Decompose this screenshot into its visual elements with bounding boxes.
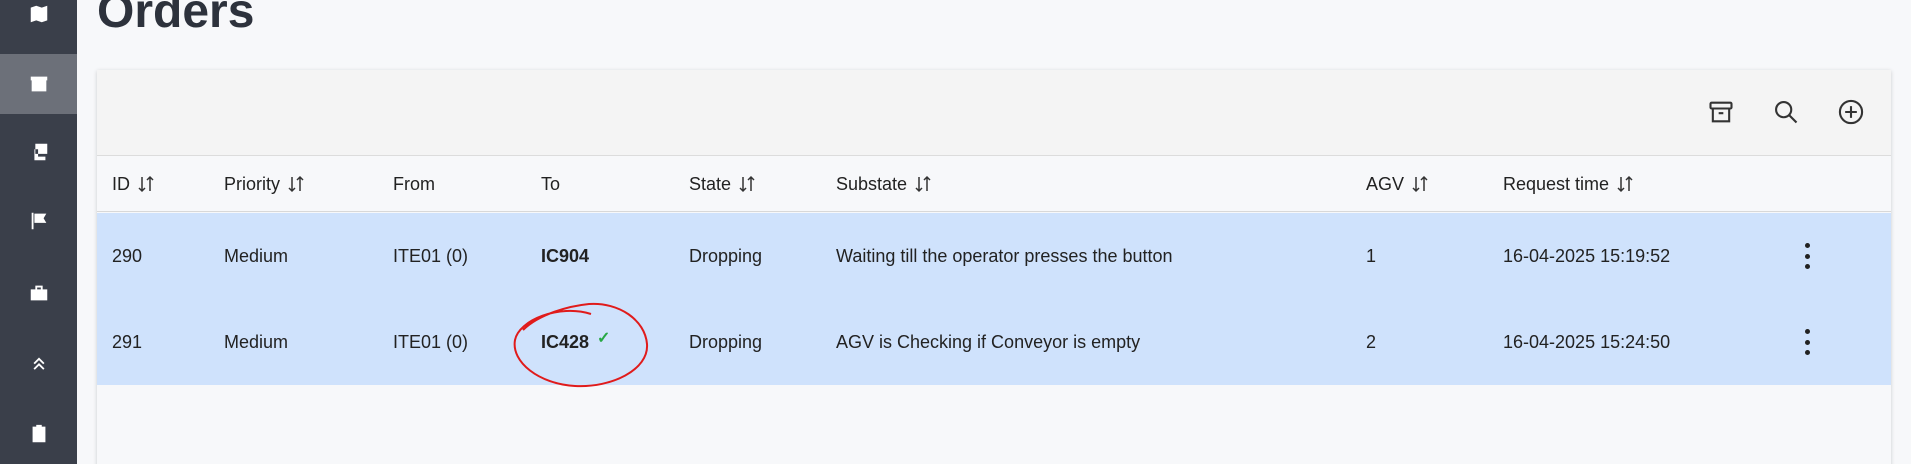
- cell-id: 291: [112, 331, 143, 352]
- archive-button[interactable]: [1704, 95, 1738, 129]
- cell-agv: 1: [1366, 245, 1377, 266]
- row-menu-button[interactable]: [1797, 243, 1817, 269]
- sidebar-item-orders[interactable]: [0, 54, 77, 114]
- column-header-state[interactable]: State: [689, 156, 756, 212]
- double-chevron-up-icon: [33, 357, 44, 370]
- sort-icon: [739, 175, 755, 193]
- cell-to: IC904: [541, 245, 590, 266]
- column-header-priority[interactable]: Priority: [224, 156, 305, 212]
- column-header-agv[interactable]: AGV: [1366, 156, 1429, 212]
- cell-substate: Waiting till the operator presses the bu…: [836, 245, 1173, 266]
- sort-icon: [138, 175, 154, 193]
- check-icon: ✓: [597, 330, 611, 347]
- archive-icon: [1709, 101, 1733, 123]
- box-icon: [30, 76, 47, 92]
- sidebar-item-levels[interactable]: [0, 333, 77, 393]
- search-button[interactable]: [1769, 95, 1803, 129]
- page-title: Orders: [97, 0, 255, 38]
- add-order-button[interactable]: [1834, 95, 1868, 129]
- table-row[interactable]: 291 Medium ITE01 (0) IC428 ✓ Dropping AG…: [97, 299, 1891, 385]
- cell-request-time: 16-04-2025 15:19:52: [1503, 245, 1671, 266]
- cell-priority: Medium: [224, 331, 289, 352]
- orders-card: ID Priority From To State Substate AGV R…: [97, 70, 1891, 464]
- stack-icon: [30, 143, 47, 161]
- sidebar-item-flag[interactable]: [0, 191, 77, 251]
- cell-id: 290: [112, 245, 143, 266]
- cell-state: Dropping: [689, 245, 763, 266]
- clipboard-icon: [32, 424, 45, 443]
- add-circle-icon: [1838, 99, 1864, 125]
- sort-icon: [1412, 175, 1428, 193]
- cell-from: ITE01 (0): [393, 331, 469, 352]
- column-header-to: To: [541, 173, 561, 194]
- sidebar-item-briefcase[interactable]: [0, 263, 77, 323]
- cell-substate: AGV is Checking if Conveyor is empty: [836, 331, 1141, 352]
- column-header-from: From: [393, 173, 435, 194]
- cell-agv: 2: [1366, 331, 1377, 352]
- column-header-substate[interactable]: Substate: [836, 156, 932, 212]
- cell-request-time: 16-04-2025 15:24:50: [1503, 331, 1671, 352]
- sort-icon: [915, 175, 931, 193]
- sidebar-item-map[interactable]: [0, 0, 77, 44]
- sort-icon: [288, 175, 304, 193]
- sort-icon: [1617, 175, 1633, 193]
- cell-to: IC428 ✓: [541, 330, 611, 352]
- table-toolbar: [97, 70, 1891, 156]
- search-icon: [1775, 101, 1798, 124]
- row-menu-button[interactable]: [1797, 329, 1817, 355]
- cell-from: ITE01 (0): [393, 245, 469, 266]
- column-header-id[interactable]: ID: [112, 156, 155, 212]
- column-header-request-time[interactable]: Request time: [1503, 156, 1634, 212]
- sidebar-item-stack[interactable]: [0, 122, 77, 182]
- briefcase-icon: [30, 285, 47, 301]
- table-header: ID Priority From To State Substate AGV R…: [97, 156, 1891, 212]
- sidebar-item-clipboard[interactable]: [0, 404, 77, 464]
- table-row[interactable]: 290 Medium ITE01 (0) IC904 Dropping Wait…: [97, 213, 1891, 299]
- sidebar: [0, 0, 77, 464]
- flag-icon: [31, 212, 46, 230]
- cell-state: Dropping: [689, 331, 763, 352]
- map-icon: [30, 5, 47, 23]
- cell-priority: Medium: [224, 245, 289, 266]
